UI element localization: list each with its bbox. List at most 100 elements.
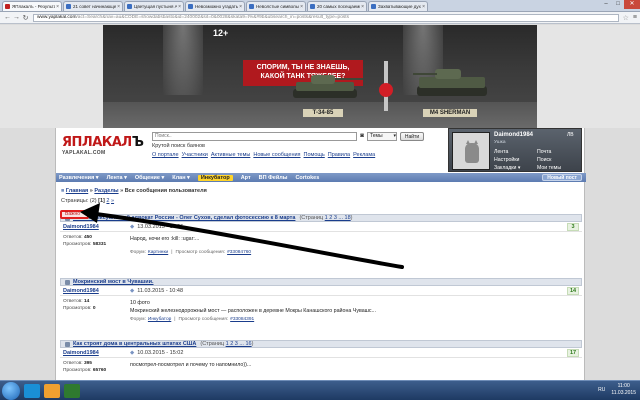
back-icon[interactable]: ← bbox=[3, 14, 12, 21]
close-window-icon[interactable]: ✕ bbox=[624, 0, 640, 9]
topic-stats: Ответов: 395 Просмотров: 65760 bbox=[63, 361, 107, 373]
pager-page-2[interactable]: 2 bbox=[106, 198, 109, 204]
search-bar: ◙ Темы▾ Найти bbox=[152, 131, 438, 141]
logo-text: ЯПЛАКАЛ bbox=[62, 135, 132, 150]
tank-sherman-image bbox=[413, 67, 493, 97]
pager-label: Страницы: bbox=[61, 198, 89, 204]
link-about[interactable]: О портале bbox=[152, 152, 179, 158]
close-tab-icon[interactable]: × bbox=[117, 4, 120, 10]
window-controls: – □ ✕ bbox=[600, 0, 640, 9]
post-arrow-icon: ◆ bbox=[130, 287, 135, 294]
main-menu: Развлечения ▾ Лента ▾ Общение ▾ Клан ▾ И… bbox=[56, 173, 586, 182]
browser-tab[interactable]: ЯПлакалъ - Результаты п...× bbox=[2, 1, 62, 11]
maximize-icon[interactable]: □ bbox=[612, 0, 624, 9]
topic-title[interactable]: Как строят дома в центральных штатах США bbox=[73, 341, 196, 347]
start-button[interactable] bbox=[2, 381, 20, 400]
topic-forum-link[interactable]: Инкубатор bbox=[148, 317, 171, 322]
topic-body: Ответов: 450 Просмотров: 58331 Народ, но… bbox=[60, 232, 582, 248]
user-menu-search[interactable]: Поиск bbox=[537, 157, 580, 163]
user-name[interactable]: Daimond1984 bbox=[494, 132, 533, 138]
search-input[interactable] bbox=[152, 131, 357, 141]
topic-answers: 395 bbox=[83, 361, 92, 366]
menu-fails[interactable]: ВП Фейлы bbox=[259, 175, 288, 181]
menu-clan[interactable]: Клан ▾ bbox=[172, 175, 190, 181]
browser-tab[interactable]: Неволстые символы сов...× bbox=[246, 1, 306, 11]
address-bar[interactable]: www.yaplakal.com/act=Search&nav=au&CODE=… bbox=[33, 13, 619, 22]
browser-tab[interactable]: 21 совет начинающему и...× bbox=[63, 1, 123, 11]
reload-icon[interactable]: ↻ bbox=[21, 14, 30, 22]
link-new-posts[interactable]: Новые сообщения bbox=[253, 152, 300, 158]
menu-cortokes[interactable]: Cortokes bbox=[295, 175, 319, 181]
search-scope-select[interactable]: Темы ▾ bbox=[367, 131, 397, 141]
user-menu-mail[interactable]: Почта bbox=[537, 149, 580, 155]
close-tab-icon[interactable]: × bbox=[56, 4, 59, 10]
topic-card: Как строят дома в центральных штатах США… bbox=[60, 340, 582, 374]
close-tab-icon[interactable]: × bbox=[239, 4, 242, 10]
user-menu-my-topics[interactable]: Мои темы bbox=[537, 165, 580, 171]
camera-icon[interactable]: ◙ bbox=[357, 133, 367, 139]
ad-banner[interactable]: 12+ СПОРИМ, ТЫ НЕ ЗНАЕШЬ, КАКОЙ ТАНК ТЯЖ… bbox=[0, 25, 640, 128]
topic-post-link[interactable]: #33084760 bbox=[227, 250, 251, 255]
user-menu-settings[interactable]: Настройки bbox=[494, 157, 537, 163]
browser-tab[interactable]: Захватывающие дух ма...× bbox=[368, 1, 428, 11]
breadcrumb: ■ Главная » Разделы » Все сообщения поль… bbox=[61, 188, 207, 194]
link-active-topics[interactable]: Активные темы bbox=[211, 152, 250, 158]
close-tab-icon[interactable]: × bbox=[300, 4, 303, 10]
browser-menu-icon[interactable]: ≡ bbox=[633, 14, 637, 21]
user-menu-feed[interactable]: Лента bbox=[494, 149, 537, 155]
menu-incubator[interactable]: Инкубатор bbox=[197, 174, 233, 181]
bookmark-star-icon[interactable]: ☆ bbox=[623, 14, 629, 22]
browser-tab[interactable]: Невозможно угадать... × bbox=[185, 1, 245, 11]
minimize-icon[interactable]: – bbox=[600, 0, 612, 9]
topic-body: Ответов: 14 Просмотров: 0 10 фото Мокрин… bbox=[60, 296, 582, 315]
breadcrumb-sections[interactable]: Разделы bbox=[94, 188, 118, 194]
firefox-icon[interactable] bbox=[44, 383, 60, 398]
tank-label-left: T-34-85 bbox=[303, 109, 343, 117]
topic-author[interactable]: Daimond1984 bbox=[60, 224, 120, 230]
language-indicator[interactable]: RU bbox=[598, 387, 605, 393]
search-tagline: Крутой поиск баянов bbox=[152, 143, 205, 149]
link-members[interactable]: Участники bbox=[182, 152, 208, 158]
topic-count-badge: 17 bbox=[567, 348, 579, 357]
app-icon[interactable] bbox=[64, 383, 80, 398]
link-ads[interactable]: Реклама bbox=[353, 152, 375, 158]
clock[interactable]: 11:00 11.03.2015 bbox=[611, 383, 636, 396]
skype-icon[interactable] bbox=[24, 383, 40, 398]
avatar[interactable] bbox=[452, 132, 490, 170]
close-tab-icon[interactable]: × bbox=[361, 4, 364, 10]
browser-tab[interactable]: Цветущая пустыня Анак...× bbox=[124, 1, 184, 11]
tank-label-right: M4 SHERMAN bbox=[423, 109, 477, 117]
cat-avatar-icon bbox=[465, 140, 479, 163]
forward-icon[interactable]: → bbox=[12, 14, 21, 21]
logo-hard-sign: Ъ bbox=[131, 135, 144, 150]
breadcrumb-current: Все сообщения пользователя bbox=[124, 188, 207, 194]
topic-excerpt: посмотрел-посмотрел и почему то напомнил… bbox=[130, 362, 252, 368]
menu-communication[interactable]: Общение ▾ bbox=[135, 175, 164, 181]
topic-excerpt: Народ, ночи его :kill: :ugar:... bbox=[130, 236, 200, 242]
menu-feed[interactable]: Лента ▾ bbox=[107, 175, 127, 181]
menu-entertainment[interactable]: Развлечения ▾ bbox=[59, 175, 99, 181]
link-rules[interactable]: Правила bbox=[328, 152, 350, 158]
new-post-button[interactable]: Новый пост bbox=[542, 174, 582, 181]
menu-art[interactable]: Арт bbox=[241, 175, 251, 181]
top-links: О портале Участники Активные темы Новые … bbox=[152, 152, 378, 158]
search-button[interactable]: Найти bbox=[400, 131, 424, 141]
topic-author[interactable]: Daimond1984 bbox=[60, 288, 120, 294]
close-tab-icon[interactable]: × bbox=[422, 4, 425, 10]
site-logo[interactable]: ЯПЛАКАЛЪ YAPLAKAL.COM bbox=[62, 135, 152, 161]
browser-tab[interactable]: 20 самых посещаемых ...× bbox=[307, 1, 367, 11]
close-tab-icon[interactable]: × bbox=[178, 4, 181, 10]
topic-forum-link[interactable]: Картинки bbox=[148, 250, 168, 255]
topic-post-link[interactable]: #33084391 bbox=[230, 317, 254, 322]
pager-next[interactable]: » bbox=[111, 198, 114, 204]
topic-stats: Ответов: 450 Просмотров: 58331 bbox=[63, 235, 107, 247]
breadcrumb-home[interactable]: Главная bbox=[66, 188, 88, 194]
topic-meta: Daimond1984 ◆ 10.03.2015 - 15:02 17 bbox=[60, 348, 582, 358]
user-menu-bookmarks[interactable]: Закладки ▾ bbox=[494, 165, 537, 171]
url-host: www.yaplakal.com bbox=[37, 15, 77, 20]
topic-title[interactable]: Мокринский мост в Чувашии. bbox=[73, 279, 154, 285]
topic-title[interactable]: Самый сексуальный адвокат России - Олег … bbox=[73, 215, 295, 221]
topic-author[interactable]: Daimond1984 bbox=[60, 350, 120, 356]
link-help[interactable]: Помощь bbox=[304, 152, 325, 158]
topic-header: Как строят дома в центральных штатах США… bbox=[60, 340, 582, 348]
